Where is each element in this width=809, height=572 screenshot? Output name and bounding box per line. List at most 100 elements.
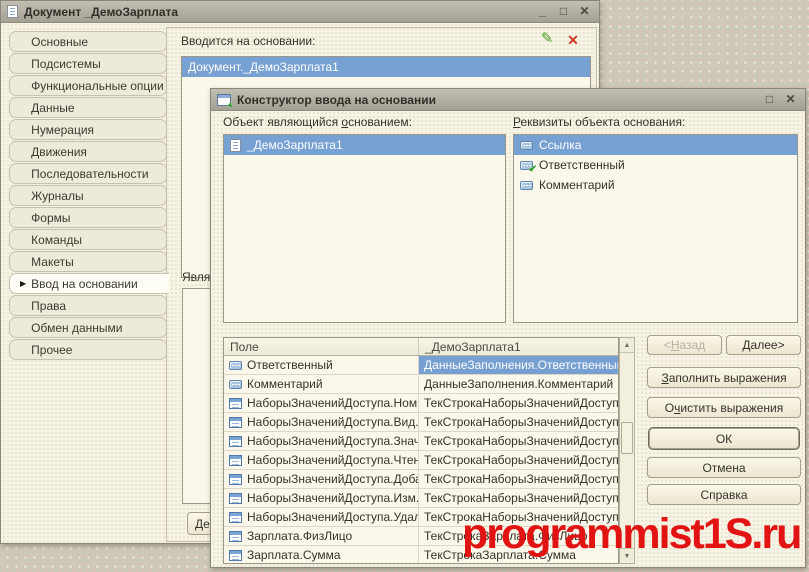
field-cell[interactable]: НаборыЗначенийДоступа.Доба... xyxy=(224,470,419,488)
sidebar-tab[interactable]: ▶ Функциональные опции xyxy=(9,75,167,96)
sidebar-tab[interactable]: ▶ Команды xyxy=(9,229,167,250)
selected-tab-arrow-icon: ▶ xyxy=(20,279,26,288)
scroll-up-icon[interactable]: ▲ xyxy=(620,338,634,353)
list-item[interactable]: Ответственный xyxy=(514,155,797,175)
sidebar-tab[interactable]: ▶ Прочее xyxy=(9,339,167,360)
sidebar-tab[interactable]: ▶ Основные xyxy=(9,31,167,52)
sidebar-tab[interactable]: ▶ Последовательности xyxy=(9,163,167,184)
help-button[interactable]: Справка xyxy=(647,484,801,505)
field-type-icon xyxy=(229,474,242,485)
value-text: ТекСтрокаНаборыЗначенийДоступ... xyxy=(424,415,618,429)
list-item[interactable]: Комментарий xyxy=(514,175,797,195)
list-item-label: Комментарий xyxy=(539,178,615,192)
tab-label: Обмен данными xyxy=(31,321,122,335)
dialog-close-icon[interactable]: ✕ xyxy=(782,92,799,107)
tab-label: Права xyxy=(31,299,66,313)
field-name: НаборыЗначенийДоступа.Вид... xyxy=(247,415,419,429)
value-cell[interactable]: ТекСтрокаНаборыЗначенийДоступ... xyxy=(419,451,618,469)
table-row[interactable]: НаборыЗначенийДоступа.Чтен... ТекСтрокаН… xyxy=(224,451,618,470)
input-constructor-dialog: Конструктор ввода на основании □ ✕ Объек… xyxy=(210,88,806,568)
tab-label: Основные xyxy=(31,35,88,49)
field-cell[interactable]: НаборыЗначенийДоступа.Чтен... xyxy=(224,451,419,469)
value-text: ДанныеЗаполнения.Комментарий xyxy=(424,377,613,391)
clear-expressions-button[interactable]: Очистить выражения xyxy=(647,397,801,418)
table-row[interactable]: НаборыЗначенийДоступа.Знач... ТекСтрокаН… xyxy=(224,432,618,451)
main-window-titlebar[interactable]: Документ _ДемоЗарплата _ □ ✕ xyxy=(1,1,599,23)
field-type-icon xyxy=(229,531,242,542)
field-name: Зарплата.ФизЛицо xyxy=(247,529,352,543)
value-cell[interactable]: ТекСтрокаНаборыЗначенийДоступ... xyxy=(419,489,618,507)
close-icon[interactable]: ✕ xyxy=(576,4,593,19)
sidebar-tab[interactable]: ▶ Данные xyxy=(9,97,167,118)
table-row[interactable]: Комментарий ДанныеЗаполнения.Комментарий xyxy=(224,375,618,394)
field-cell[interactable]: Зарплата.Сумма xyxy=(224,546,419,564)
sidebar-tab[interactable]: ▶ Ввод на основании xyxy=(9,273,169,294)
next-button[interactable]: Далее> xyxy=(726,335,801,355)
value-cell[interactable]: ТекСтрокаНаборыЗначенийДоступ... xyxy=(419,394,618,412)
sidebar-tab[interactable]: ▶ Макеты xyxy=(9,251,167,272)
field-type-icon xyxy=(229,417,242,428)
value-cell[interactable]: ТекСтрокаНаборыЗначенийДоступ... xyxy=(419,470,618,488)
base-object-label: Объект являющийся основанием: xyxy=(223,115,412,129)
scrollbar-thumb[interactable] xyxy=(621,422,633,454)
list-item-label: _ДемоЗарплата1 xyxy=(247,138,343,152)
field-type-icon xyxy=(229,550,242,561)
sidebar-tab[interactable]: ▶ Формы xyxy=(9,207,167,228)
sidebar-tab[interactable]: ▶ Журналы xyxy=(9,185,167,206)
sidebar-tab[interactable]: ▶ Обмен данными xyxy=(9,317,167,338)
maximize-icon[interactable]: □ xyxy=(555,4,572,19)
value-text: ТекСтрокаНаборыЗначенийДоступ... xyxy=(424,491,618,505)
column-header-value: _ДемоЗарплата1 xyxy=(419,338,618,355)
value-cell[interactable]: ТекСтрокаНаборыЗначенийДоступ... xyxy=(419,432,618,450)
field-cell[interactable]: НаборыЗначенийДоступа.Изм... xyxy=(224,489,419,507)
sidebar-tab[interactable]: ▶ Права xyxy=(9,295,167,316)
base-object-list[interactable]: _ДемоЗарплата1 xyxy=(223,134,506,323)
table-row[interactable]: Ответственный ДанныеЗаполнения.Ответстве… xyxy=(224,356,618,375)
list-item-label: Ссылка xyxy=(539,138,581,152)
constructor-icon xyxy=(217,94,231,106)
dialog-maximize-icon[interactable]: □ xyxy=(761,92,778,107)
field-name: НаборыЗначенийДоступа.Знач... xyxy=(247,434,419,448)
field-cell[interactable]: НаборыЗначенийДоступа.Вид... xyxy=(224,413,419,431)
attributes-list[interactable]: Ссылка Ответственный Комментарий xyxy=(513,134,798,323)
ok-button[interactable]: ОК xyxy=(649,428,799,449)
field-cell[interactable]: Комментарий xyxy=(224,375,419,393)
list-item[interactable]: _ДемоЗарплата1 xyxy=(224,135,505,155)
table-row[interactable]: НаборыЗначенийДоступа.Доба... ТекСтрокаН… xyxy=(224,470,618,489)
field-name: НаборыЗначенийДоступа.Чтен... xyxy=(247,453,419,467)
table-row[interactable]: НаборыЗначенийДоступа.Изм... ТекСтрокаНа… xyxy=(224,489,618,508)
sidebar-tabs: ▶ Основные ▶ Подсистемы ▶ Функциональные… xyxy=(9,31,167,361)
value-text: ТекСтрокаНаборыЗначенийДоступ... xyxy=(424,434,618,448)
list-item-icon xyxy=(520,141,533,150)
field-cell[interactable]: НаборыЗначенийДоступа.Ном... xyxy=(224,394,419,412)
list-item[interactable]: Ссылка xyxy=(514,135,797,155)
tab-label: Журналы xyxy=(31,189,83,203)
delete-x-icon[interactable]: ✕ xyxy=(564,32,582,50)
cancel-button[interactable]: Отмена xyxy=(647,457,801,478)
value-text: ТекСтрокаНаборыЗначенийДоступ... xyxy=(424,472,618,486)
list-item-label: Документ._ДемоЗарплата1 xyxy=(188,60,339,74)
tab-label: Подсистемы xyxy=(31,57,101,71)
field-cell[interactable]: НаборыЗначенийДоступа.Удал... xyxy=(224,508,419,526)
tab-label: Движения xyxy=(31,145,87,159)
value-cell[interactable]: ДанныеЗаполнения.Ответственный xyxy=(419,356,618,374)
minimize-icon[interactable]: _ xyxy=(534,4,551,19)
dialog-titlebar[interactable]: Конструктор ввода на основании □ ✕ xyxy=(211,89,805,111)
tab-label: Ввод на основании xyxy=(31,277,138,291)
field-cell[interactable]: Ответственный xyxy=(224,356,419,374)
back-button[interactable]: <Назад xyxy=(647,335,722,355)
sidebar-tab[interactable]: ▶ Подсистемы xyxy=(9,53,167,74)
sidebar-tab[interactable]: ▶ Нумерация xyxy=(9,119,167,140)
field-cell[interactable]: Зарплата.ФизЛицо xyxy=(224,527,419,545)
value-cell[interactable]: ТекСтрокаНаборыЗначенийДоступ... xyxy=(419,413,618,431)
value-cell[interactable]: ДанныеЗаполнения.Комментарий xyxy=(419,375,618,393)
field-cell[interactable]: НаборыЗначенийДоступа.Знач... xyxy=(224,432,419,450)
fill-expressions-button[interactable]: Заполнить выражения xyxy=(647,367,801,388)
field-name: НаборыЗначенийДоступа.Удал... xyxy=(247,510,419,524)
list-item[interactable]: Документ._ДемоЗарплата1 xyxy=(182,57,590,77)
table-row[interactable]: НаборыЗначенийДоступа.Ном... ТекСтрокаНа… xyxy=(224,394,618,413)
edit-pencil-icon[interactable]: ✎ xyxy=(538,31,556,49)
sidebar-tab[interactable]: ▶ Движения xyxy=(9,141,167,162)
table-row[interactable]: НаборыЗначенийДоступа.Вид... ТекСтрокаНа… xyxy=(224,413,618,432)
tab-label: Нумерация xyxy=(31,123,94,137)
